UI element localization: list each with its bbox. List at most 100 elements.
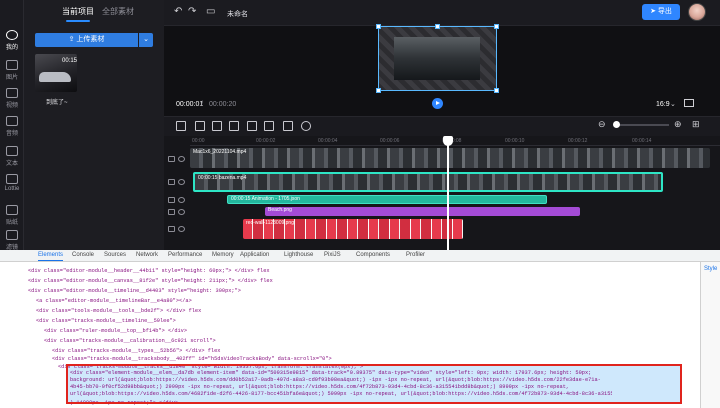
avatar[interactable] <box>688 3 706 21</box>
dom-line[interactable]: <div class="tracks-module__timeline__59l… <box>0 316 696 326</box>
delete-icon[interactable] <box>229 121 239 131</box>
resize-handle[interactable] <box>435 24 440 29</box>
thumbnail-duration: 00:15 <box>62 58 78 64</box>
dom-line[interactable]: <div class="editor-module__timeline__d44… <box>0 286 696 296</box>
save-icon[interactable]: ▭ <box>206 6 215 17</box>
text-icon <box>6 146 18 156</box>
lock-icon[interactable] <box>168 226 175 232</box>
devtools-tab-components[interactable]: Components <box>356 252 390 258</box>
image-edit-icon[interactable] <box>283 121 293 131</box>
rail-item-sticker[interactable]: 贴纸 <box>0 205 24 226</box>
eye-icon[interactable] <box>178 226 185 232</box>
annotation-box <box>66 364 682 404</box>
image-clip[interactable]: Beach.png <box>265 207 580 216</box>
devtools-tab-application[interactable]: Application <box>240 252 269 258</box>
split-icon[interactable] <box>195 121 205 131</box>
lock-icon[interactable] <box>168 156 175 162</box>
eye-icon[interactable] <box>178 156 185 162</box>
resize-handle[interactable] <box>494 24 499 29</box>
dom-line[interactable]: <div class="editor-module__canvas__81f2e… <box>0 276 696 286</box>
tab-current-project[interactable]: 当前项目 <box>62 6 94 22</box>
devtools-tab-network[interactable]: Network <box>136 252 158 258</box>
devtools-tab-lighthouse[interactable]: Lighthouse <box>284 252 313 258</box>
fullscreen-icon[interactable] <box>684 99 694 107</box>
styles-tab[interactable]: Style <box>704 266 717 272</box>
ruler-tick: 00:00:12 <box>568 138 588 144</box>
devtools-tab-pixijs[interactable]: PixiJS <box>324 252 341 258</box>
zoom-slider-handle[interactable] <box>613 121 620 128</box>
devtools-tab-console[interactable]: Console <box>72 252 94 258</box>
resize-handle[interactable] <box>494 88 499 93</box>
play-button[interactable] <box>432 98 443 109</box>
tab-all-media[interactable]: 全部素材 <box>102 6 134 17</box>
resize-handle[interactable] <box>376 88 381 93</box>
chevron-down-icon[interactable]: ⌄ <box>670 100 676 108</box>
devtools-tab-memory[interactable]: Memory <box>212 252 234 258</box>
project-name[interactable]: 未命名 <box>227 9 248 19</box>
playhead[interactable] <box>447 136 449 250</box>
crop-icon[interactable] <box>176 121 186 131</box>
rail-item-video[interactable]: 视频 <box>0 88 24 109</box>
devtools-tab-elements[interactable]: Elements <box>38 252 64 261</box>
eye-icon[interactable] <box>178 197 185 203</box>
dom-line[interactable]: <a class="editor-module__timelineBar__e4… <box>0 296 696 306</box>
left-rail: 我的 图片 视频 音频 文本 Lottie 贴纸 滤镜 <box>0 0 24 251</box>
ruler-tick: 00:00:02 <box>256 138 276 144</box>
car-image <box>39 72 71 82</box>
undo-icon[interactable]: ↶ <box>174 6 182 17</box>
export-button[interactable]: ➤ 导出 <box>642 4 680 20</box>
lock-icon[interactable] <box>168 197 175 203</box>
upload-dropdown-button[interactable]: ⌄ <box>139 33 153 47</box>
devtools-tab-performance[interactable]: Performance <box>168 252 202 258</box>
ruler-tick: 00:00:14 <box>632 138 652 144</box>
rail-item-audio[interactable]: 音频 <box>0 116 24 137</box>
rail-item-mine[interactable]: 我的 <box>0 30 24 51</box>
eye-icon[interactable] <box>178 179 185 185</box>
total-time: 00:00:20 <box>209 101 237 108</box>
zoom-in-icon[interactable]: ⊕ <box>674 119 682 130</box>
lottie-icon <box>6 174 18 184</box>
clip-frames <box>195 174 661 190</box>
aspect-ratio-select[interactable]: 16:9 <box>656 101 670 108</box>
send-icon: ➤ <box>650 8 658 15</box>
zoom-out-icon[interactable]: ⊖ <box>598 119 606 130</box>
devtools-tab-sources[interactable]: Sources <box>104 252 126 258</box>
lock-icon[interactable] <box>168 209 175 215</box>
video-clip[interactable]: Mac1x6_20221104.mp4 <box>190 148 710 168</box>
rail-item-lottie[interactable]: Lottie <box>0 174 24 192</box>
preview-video-frame[interactable] <box>394 37 480 80</box>
zoom-slider-track[interactable] <box>617 124 669 126</box>
dom-line[interactable]: <div class="tools-module__tools__bde2f">… <box>0 306 696 316</box>
time-separator: / <box>201 101 203 108</box>
redo-icon[interactable]: ↷ <box>188 6 196 17</box>
media-panel: 当前项目 全部素材 ⇪ 上传素材 ⌄ 00:15 到底了~ <box>24 0 164 250</box>
video-icon <box>6 88 18 98</box>
animation-clip[interactable]: 00:00:15 Animation - 1705.json <box>227 195 547 204</box>
dom-line[interactable]: <div class="tracks-module__calibration__… <box>0 336 696 346</box>
fit-icon[interactable]: ⊞ <box>692 119 700 130</box>
image-icon <box>6 60 18 70</box>
lock-icon[interactable] <box>168 179 175 185</box>
devtools-tab-profiler[interactable]: Profiler <box>406 252 425 258</box>
current-time: 00:00:01 <box>176 101 204 108</box>
image-clip[interactable]: red-wall-1123009.png <box>243 219 463 239</box>
selected-video-clip[interactable]: 00:00:15 bazena.mp4 <box>193 172 663 192</box>
ruler-tick: 00:00:06 <box>380 138 400 144</box>
styles-pane <box>700 262 720 408</box>
ruler-tick: 00:00:04 <box>318 138 338 144</box>
speed-icon[interactable] <box>301 121 311 131</box>
upload-button[interactable]: ⇪ 上传素材 <box>35 33 138 47</box>
resize-handle[interactable] <box>376 24 381 29</box>
playhead-handle[interactable] <box>443 136 453 146</box>
eye-icon[interactable] <box>178 209 185 215</box>
split-clip-icon[interactable] <box>247 121 257 131</box>
chevron-down-icon: ⌄ <box>143 36 149 43</box>
rail-item-text[interactable]: 文本 <box>0 146 24 167</box>
rail-item-image[interactable]: 图片 <box>0 60 24 81</box>
dom-line[interactable]: <div class="editor-module__header__44b11… <box>0 266 696 276</box>
dom-line[interactable]: <div class="ruler-module__top__bf14b"> <… <box>0 326 696 336</box>
copy-icon[interactable] <box>212 121 222 131</box>
freeze-icon[interactable] <box>264 121 274 131</box>
rail-item-filter[interactable]: 滤镜 <box>0 230 24 251</box>
cloud-icon <box>6 30 18 40</box>
